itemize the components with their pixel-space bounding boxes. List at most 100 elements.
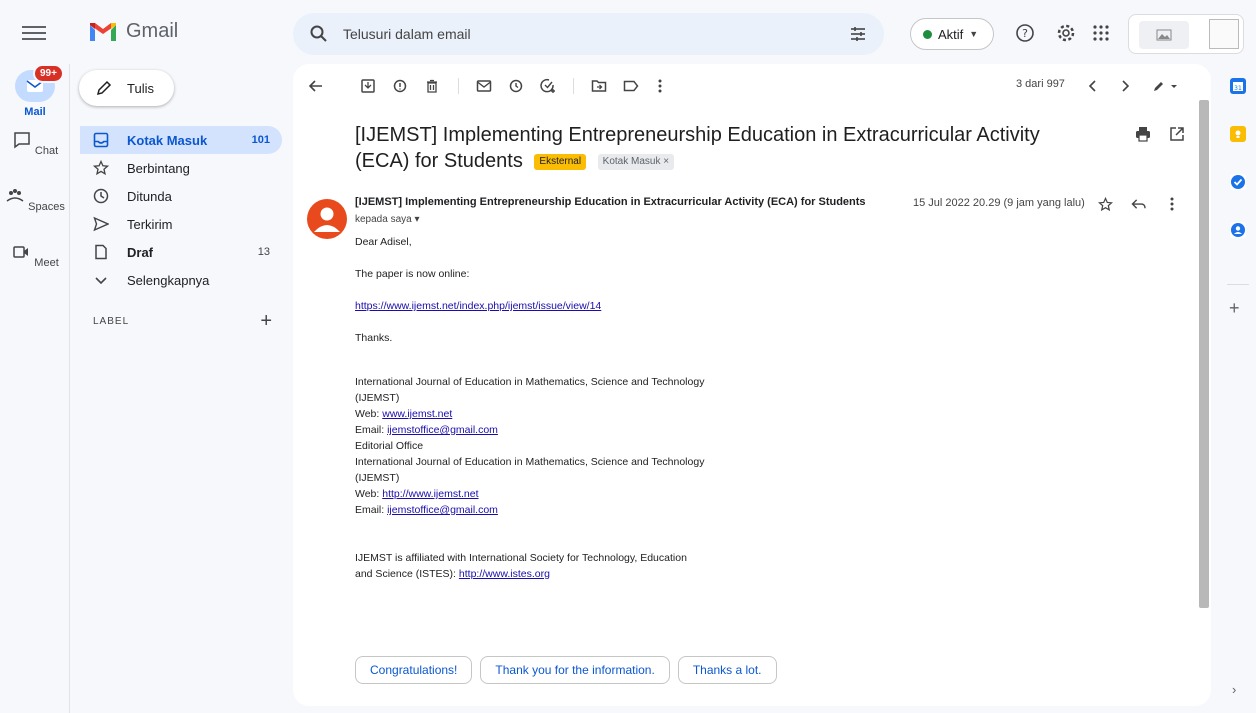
toolbar-divider xyxy=(573,78,574,94)
message-more-icon[interactable] xyxy=(1170,197,1174,216)
main-menu-icon[interactable] xyxy=(22,22,46,42)
newer-chevron-left-icon[interactable] xyxy=(1083,77,1101,95)
keep-notes-icon[interactable] xyxy=(1230,126,1246,142)
recipients-dropdown[interactable]: kepada saya ▾ xyxy=(355,214,420,225)
rail-label-mail: Mail xyxy=(24,106,46,118)
email-subject: [IJEMST] Implementing Entrepreneurship E… xyxy=(355,122,1095,174)
sig-web-link[interactable]: http://www.ijemst.net xyxy=(382,488,478,500)
sig-email-link[interactable]: ijemstoffice@gmail.com xyxy=(387,504,498,516)
sidebar-nav: Kotak Masuk 101 Berbintang Ditunda Terki… xyxy=(80,126,282,294)
message-panel: 3 dari 997 [IJEMST] Implementing Entrepr… xyxy=(293,64,1211,706)
sig-web-prefix: Web: xyxy=(355,408,383,420)
tasks-icon[interactable] xyxy=(1230,174,1246,190)
spaces-icon xyxy=(6,189,24,202)
back-arrow-icon[interactable] xyxy=(307,77,325,95)
search-bar[interactable] xyxy=(293,13,884,55)
smart-replies: Congratulations! Thank you for the infor… xyxy=(355,656,777,684)
input-tools-pen-icon[interactable] xyxy=(1151,77,1181,95)
message-scrollbar[interactable] xyxy=(1199,100,1209,608)
add-label-plus-icon[interactable]: + xyxy=(260,310,273,333)
issue-link[interactable]: https://www.ijemst.net/index.php/ijemst/… xyxy=(355,300,601,312)
add-task-icon[interactable] xyxy=(539,77,557,95)
archive-icon[interactable] xyxy=(359,77,377,95)
search-options-icon[interactable] xyxy=(848,24,868,44)
smart-reply-button[interactable]: Congratulations! xyxy=(355,656,473,684)
sidebar-item-label: Terkirim xyxy=(127,216,173,232)
inbox-label-chip[interactable]: Kotak Masuk × xyxy=(597,154,675,170)
account-switcher[interactable] xyxy=(1128,14,1244,54)
external-chip: Eksternal xyxy=(534,154,587,170)
delete-trash-icon[interactable] xyxy=(423,77,441,95)
sidebar-item-drafts[interactable]: Draf 13 xyxy=(80,238,282,266)
labels-section: LABEL + xyxy=(93,310,283,332)
search-icon[interactable] xyxy=(309,24,329,44)
greeting: Dear Adisel, xyxy=(355,236,412,248)
sig-abbr: (IJEMST) xyxy=(355,472,400,484)
rail-label-chat: Chat xyxy=(34,145,59,157)
more-options-icon[interactable] xyxy=(651,77,669,95)
open-new-window-icon[interactable] xyxy=(1169,126,1185,147)
message-body: Dear Adisel, The paper is now online: ht… xyxy=(355,234,875,582)
sig-web-link[interactable]: www.ijemst.net xyxy=(382,408,452,420)
gmail-logo[interactable]: Gmail xyxy=(88,20,178,43)
affiliation-line: IJEMST is affiliated with International … xyxy=(355,552,687,564)
compose-button[interactable]: Tulis xyxy=(79,70,174,106)
mark-unread-icon[interactable] xyxy=(475,77,493,95)
rail-item-spaces[interactable]: Spaces xyxy=(0,186,70,213)
search-input[interactable] xyxy=(343,26,823,42)
side-divider xyxy=(1227,284,1249,285)
sig-email-link[interactable]: ijemstoffice@gmail.com xyxy=(387,424,498,436)
app-name: Gmail xyxy=(126,20,179,42)
rail-label-spaces: Spaces xyxy=(28,201,65,213)
draft-count: 13 xyxy=(257,246,270,258)
sidebar-item-snoozed[interactable]: Ditunda xyxy=(80,182,282,210)
top-bar: Gmail Aktif ▼ ? xyxy=(0,0,1256,64)
settings-gear-icon[interactable] xyxy=(1055,22,1077,44)
sidebar-item-sent[interactable]: Terkirim xyxy=(80,210,282,238)
star-icon[interactable] xyxy=(1097,196,1114,217)
rail-item-mail[interactable]: 99+ Mail xyxy=(0,64,70,118)
get-addons-plus-icon[interactable]: + xyxy=(1229,298,1240,319)
rail-item-chat[interactable]: Chat xyxy=(0,130,70,157)
reply-arrow-icon[interactable] xyxy=(1131,198,1146,216)
apps-grid-icon[interactable] xyxy=(1090,22,1112,44)
labels-heading: LABEL xyxy=(93,316,130,327)
label-tag-icon[interactable] xyxy=(622,77,640,95)
message-date: 15 Jul 2022 20.29 (9 jam yang lalu) xyxy=(913,197,1085,209)
affiliation-prefix: and Science (ISTES): xyxy=(355,568,459,580)
print-icon[interactable] xyxy=(1135,126,1151,147)
rail-item-meet[interactable]: Meet xyxy=(0,242,70,269)
status-label: Aktif xyxy=(938,26,964,42)
thanks-line: Thanks. xyxy=(355,332,393,344)
sender-avatar[interactable] xyxy=(307,199,347,239)
report-spam-icon[interactable] xyxy=(391,77,409,95)
pagination-label: 3 dari 997 xyxy=(1016,78,1065,90)
affiliation-note: IJEMST is affiliated with International … xyxy=(355,550,875,582)
sidebar-item-starred[interactable]: Berbintang xyxy=(80,154,282,182)
older-chevron-right-icon[interactable] xyxy=(1117,77,1135,95)
calendar-icon[interactable]: 31 xyxy=(1230,78,1246,94)
svg-text:31: 31 xyxy=(1234,85,1242,92)
chevron-down-icon xyxy=(95,277,107,285)
side-panel: 31 + › xyxy=(1219,64,1256,713)
sidebar-item-label: Kotak Masuk xyxy=(127,132,208,148)
mail-icon: 99+ xyxy=(15,64,64,102)
sidebar-item-label: Berbintang xyxy=(127,160,190,176)
sidebar-item-more[interactable]: Selengkapnya xyxy=(80,266,282,294)
sidebar-item-inbox[interactable]: Kotak Masuk 101 xyxy=(80,126,282,154)
help-icon[interactable]: ? xyxy=(1014,22,1036,44)
status-selector[interactable]: Aktif ▼ xyxy=(910,18,994,50)
istes-link[interactable]: http://www.istes.org xyxy=(459,568,550,580)
smart-reply-button[interactable]: Thanks a lot. xyxy=(677,656,777,684)
snooze-clock-icon[interactable] xyxy=(507,77,525,95)
sender-name: [IJEMST] Implementing Entrepreneurship E… xyxy=(355,196,866,208)
move-to-icon[interactable] xyxy=(590,77,608,95)
body-line: The paper is now online: xyxy=(355,268,470,280)
account-avatar[interactable] xyxy=(1209,19,1239,49)
show-side-panel-chevron-icon[interactable]: › xyxy=(1232,682,1236,697)
inbox-icon xyxy=(93,132,109,148)
svg-text:?: ? xyxy=(1022,27,1028,40)
smart-reply-button[interactable]: Thank you for the information. xyxy=(480,656,670,684)
contacts-icon[interactable] xyxy=(1230,222,1246,238)
toolbar-divider xyxy=(458,78,459,94)
